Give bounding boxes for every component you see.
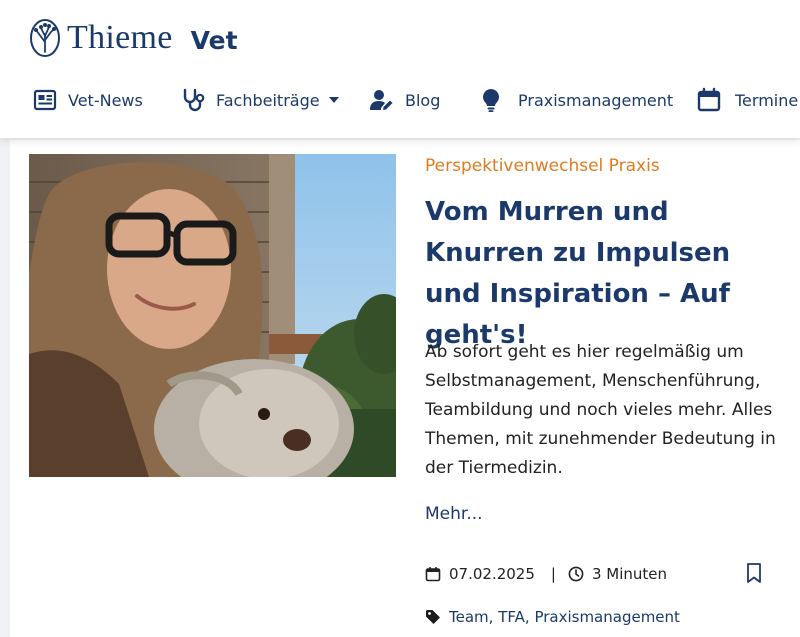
clock-icon	[568, 566, 584, 582]
nav-item-blog[interactable]: Blog	[369, 87, 440, 113]
photo-illustration	[29, 154, 396, 477]
chevron-down-icon	[328, 97, 339, 103]
nav-label: Termine	[735, 90, 799, 110]
nav-item-vet-news[interactable]: Vet-News	[32, 87, 143, 113]
tag-separator: ,	[488, 608, 499, 626]
article-teaser: Ab sofort geht es hier regelmäßig um Sel…	[425, 342, 776, 478]
tree-logo-icon	[30, 19, 60, 57]
reading-time: 3 Minuten	[591, 565, 668, 583]
user-pen-icon	[370, 90, 393, 110]
tag-icon	[426, 610, 440, 624]
tag-link-tfa[interactable]: TFA	[498, 608, 525, 626]
brand-section: Vet	[190, 25, 238, 55]
article-title[interactable]: Vom Murren und Knurren zu Impulsen und I…	[425, 192, 785, 356]
calendar-icon	[697, 87, 721, 112]
article-date: 07.02.2025	[449, 565, 535, 583]
calendar-icon	[425, 567, 441, 582]
tag-list: Team, TFA, Praxismanagement	[449, 608, 680, 626]
meta-separator: |	[550, 565, 556, 583]
tag-link-praxismanagement[interactable]: Praxismanagement	[534, 608, 679, 626]
article-tags: Team, TFA, Praxismanagement	[425, 606, 680, 628]
nav-item-fachbeitraege[interactable]: Fachbeiträge	[180, 87, 339, 113]
tag-separator: ,	[524, 608, 535, 626]
article-category[interactable]: Perspektivenwechsel Praxis	[425, 156, 660, 176]
bookmark-icon[interactable]	[744, 562, 764, 584]
lightbulb-icon	[483, 89, 499, 112]
site-header: Thieme Vet Vet-News Fachbeiträge Blog Pr…	[0, 0, 800, 138]
nav-item-praxismanagement[interactable]: Praxismanagement	[478, 87, 673, 113]
site-logo[interactable]: Thieme Vet	[29, 16, 238, 60]
read-more-link[interactable]: Mehr...	[425, 504, 483, 524]
article-photo[interactable]	[29, 154, 396, 477]
nav-label: Vet-News	[68, 90, 143, 110]
article-meta: 07.02.2025 | 3 Minuten	[425, 563, 667, 585]
nav-item-termine[interactable]: Termine	[696, 87, 798, 113]
nav-label: Praxismanagement	[518, 90, 674, 110]
brand-name: Thieme	[67, 19, 173, 56]
stethoscope-icon	[183, 88, 205, 112]
nav-label: Blog	[405, 90, 441, 110]
main-nav: Vet-News Fachbeiträge Blog Praxismanagem…	[0, 82, 800, 118]
newspaper-icon	[33, 89, 57, 111]
nav-label: Fachbeiträge	[216, 90, 320, 110]
tag-link-team[interactable]: Team	[449, 608, 489, 626]
